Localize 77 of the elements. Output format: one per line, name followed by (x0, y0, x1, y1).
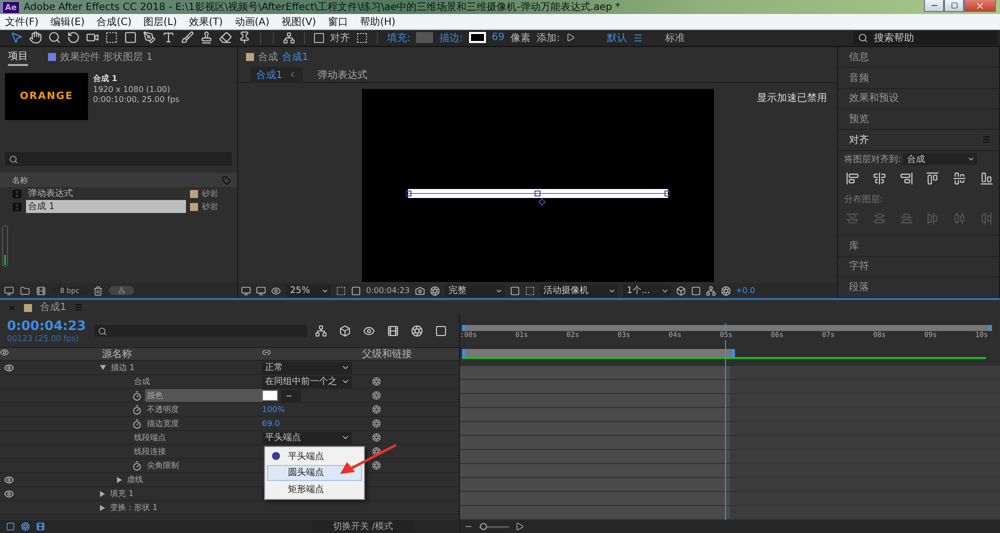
panel-title[interactable]: 段落 (849, 280, 869, 294)
panel-title[interactable]: 字符 (849, 259, 869, 274)
distribute-label: 分布图层: (844, 194, 884, 206)
project-item[interactable]: 合成 1 (26, 200, 186, 213)
align-label: 对齐 (330, 32, 350, 45)
property-value[interactable]: 100% (262, 405, 285, 414)
panel-tab[interactable]: 效果控件 形状图层 1 (48, 50, 153, 64)
menu-item[interactable]: 窗口 (328, 14, 348, 29)
item-label: 砂岩 (202, 188, 218, 199)
name-column-header[interactable]: 名称 (12, 174, 28, 186)
panel-title[interactable]: 效果和预设 (849, 91, 899, 106)
stroke-unit: 像素 (510, 32, 530, 45)
exposure-value[interactable]: +0.0 (736, 286, 756, 295)
viewer-timecode[interactable]: 0:00:04:23 (366, 286, 410, 295)
menu-item[interactable]: 帮助(H) (360, 14, 396, 29)
quality-dropdown[interactable]: 完整 (444, 284, 505, 296)
source-name-header[interactable]: 源名称 (90, 347, 262, 361)
item-label: 砂岩 (202, 201, 218, 212)
acceleration-notice: 显示加速已禁用 (757, 92, 827, 105)
comp-duration: 0:00:10:00, 25.00 fps (93, 95, 180, 104)
breadcrumb[interactable]: 合成1 (250, 66, 304, 82)
breadcrumb[interactable]: 弹动表达式 (311, 66, 374, 82)
menu-item[interactable]: 动画(A) (234, 14, 270, 29)
property-name[interactable]: 虚线 (125, 473, 145, 486)
property-name[interactable]: 不透明度 (145, 403, 181, 416)
value-dropdown[interactable]: 正常 (262, 362, 352, 374)
menu-item[interactable]: 视图(V) (281, 14, 316, 29)
property-name[interactable]: 变换：形状 1 (108, 501, 160, 514)
panel-title[interactable]: 预览 (849, 112, 869, 126)
stroke-label[interactable]: 描边: (439, 30, 463, 45)
current-timecode[interactable]: 0:00:04:23 (7, 319, 86, 334)
comp-tab-name[interactable]: 合成1 (282, 50, 308, 64)
zoom-dropdown[interactable]: 25% (286, 284, 331, 296)
menu-option[interactable]: 平头端点 (267, 448, 362, 464)
workspace-tab[interactable]: 标准 (664, 30, 685, 45)
panel-title[interactable]: 音频 (849, 70, 869, 85)
menu-item[interactable]: 编辑(E) (50, 14, 85, 29)
menu-item[interactable]: 图层(L) (143, 14, 177, 29)
property-name[interactable]: 描边宽度 (145, 417, 181, 430)
property-value[interactable]: 69.0 (262, 419, 280, 428)
panel-tab[interactable]: 项目 (8, 48, 28, 66)
panel-title[interactable]: 库 (849, 238, 859, 253)
property-name[interactable]: 线段端点 (132, 431, 168, 444)
timeline-tab[interactable]: 合成1 (40, 300, 66, 315)
property-name[interactable]: 描边 1 (109, 361, 137, 374)
views-dropdown[interactable]: 1个... (622, 284, 671, 296)
property-name[interactable]: 线段连接 (132, 445, 168, 458)
project-item[interactable]: 弹动表达式 (26, 187, 186, 200)
property-name[interactable]: 尖角限制 (145, 459, 181, 472)
panel-title[interactable]: 信息 (849, 50, 869, 64)
menu-option[interactable]: 矩形端点 (267, 481, 362, 498)
panel-title[interactable]: 对齐 (849, 132, 869, 147)
workspace-tab[interactable]: 默认 (606, 30, 627, 45)
app-logo: Ae (2, 0, 20, 14)
value-dropdown[interactable]: 在同组中前一个之 (262, 376, 352, 388)
align-to-dropdown[interactable]: 合成 (903, 153, 978, 166)
thumbnail-text: ORANGE (20, 91, 74, 102)
parent-header[interactable]: 父级和链接 (362, 347, 452, 361)
menu-item[interactable]: 合成(C) (96, 14, 132, 29)
property-name[interactable]: 填充 1 (108, 487, 136, 500)
stroke-width[interactable]: 69 (492, 32, 504, 44)
comp-name: 合成 1 (93, 73, 118, 84)
frame-count: 00123 (25.00 fps) (7, 334, 80, 343)
search-field[interactable]: 搜索帮助 (853, 30, 998, 45)
property-name[interactable]: 颜色 (145, 389, 262, 402)
fill-label[interactable]: 填充: (387, 30, 410, 45)
add-label[interactable]: 添加: (536, 30, 560, 45)
value-dropdown[interactable]: 平头端点 (262, 432, 352, 444)
align-to-label: 将图层对齐到: (844, 154, 902, 166)
menu-item[interactable]: 效果(T) (188, 14, 223, 29)
camera-dropdown[interactable]: 活动摄像机 (540, 284, 618, 296)
panel-tab[interactable]: 合成 (246, 50, 278, 64)
comp-resolution: 1920 x 1080 (1.00) (93, 85, 172, 94)
property-name[interactable]: 合成 (132, 375, 152, 388)
menu-option[interactable]: 圆头端点 (267, 464, 362, 481)
window-title: Adobe After Effects CC 2018 - E:\1影视区\视频号\AfterEffect\工程文件\练习\ae中的三维场景和三维摄像机-弹动万能表达式.aep * (24, 0, 622, 14)
menu-item[interactable]: 文件(F) (5, 14, 39, 29)
